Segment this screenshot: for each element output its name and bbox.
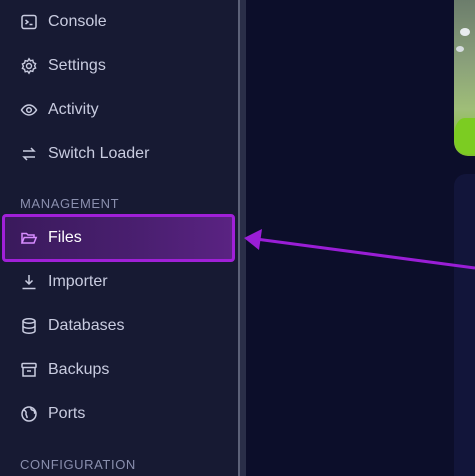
section-label-configuration: CONFIGURATION bbox=[20, 457, 136, 472]
image-detail bbox=[460, 28, 470, 36]
nav-item-settings[interactable]: Settings bbox=[0, 46, 238, 86]
gear-icon bbox=[20, 57, 38, 75]
sidebar: Console Settings Activity Switch Loader … bbox=[0, 0, 238, 476]
nav-item-files[interactable]: Files bbox=[2, 214, 235, 262]
image-detail bbox=[456, 46, 464, 52]
image-detail bbox=[454, 118, 475, 154]
globe-icon bbox=[20, 405, 38, 423]
nav-item-importer[interactable]: Importer bbox=[0, 262, 238, 302]
eye-icon bbox=[20, 101, 38, 119]
nav-item-switch-loader[interactable]: Switch Loader bbox=[0, 134, 238, 174]
server-thumbnail-image bbox=[454, 0, 475, 156]
nav-item-label: Activity bbox=[48, 101, 99, 118]
download-icon bbox=[20, 273, 38, 291]
nav-item-label: Backups bbox=[48, 361, 110, 378]
nav-item-ports[interactable]: Ports bbox=[0, 394, 238, 434]
main-content bbox=[246, 0, 475, 476]
database-icon bbox=[20, 317, 38, 335]
content-card bbox=[454, 174, 475, 476]
folder-open-icon bbox=[20, 229, 38, 247]
nav-item-label: Switch Loader bbox=[48, 145, 150, 162]
nav-item-label: Console bbox=[48, 13, 107, 30]
nav-item-label: Ports bbox=[48, 405, 86, 422]
nav-item-activity[interactable]: Activity bbox=[0, 90, 238, 130]
terminal-icon bbox=[20, 13, 38, 31]
switch-arrows-icon bbox=[20, 145, 38, 163]
nav-item-backups[interactable]: Backups bbox=[0, 350, 238, 390]
section-label-management: MANAGEMENT bbox=[20, 196, 120, 211]
nav-item-label: Settings bbox=[48, 57, 106, 74]
nav-item-databases[interactable]: Databases bbox=[0, 306, 238, 346]
nav-item-label: Files bbox=[48, 229, 82, 246]
nav-item-console[interactable]: Console bbox=[0, 2, 238, 42]
archive-icon bbox=[20, 361, 38, 379]
nav-item-label: Importer bbox=[48, 273, 108, 290]
nav-item-label: Databases bbox=[48, 317, 125, 334]
sidebar-resize-handle[interactable] bbox=[238, 0, 246, 476]
